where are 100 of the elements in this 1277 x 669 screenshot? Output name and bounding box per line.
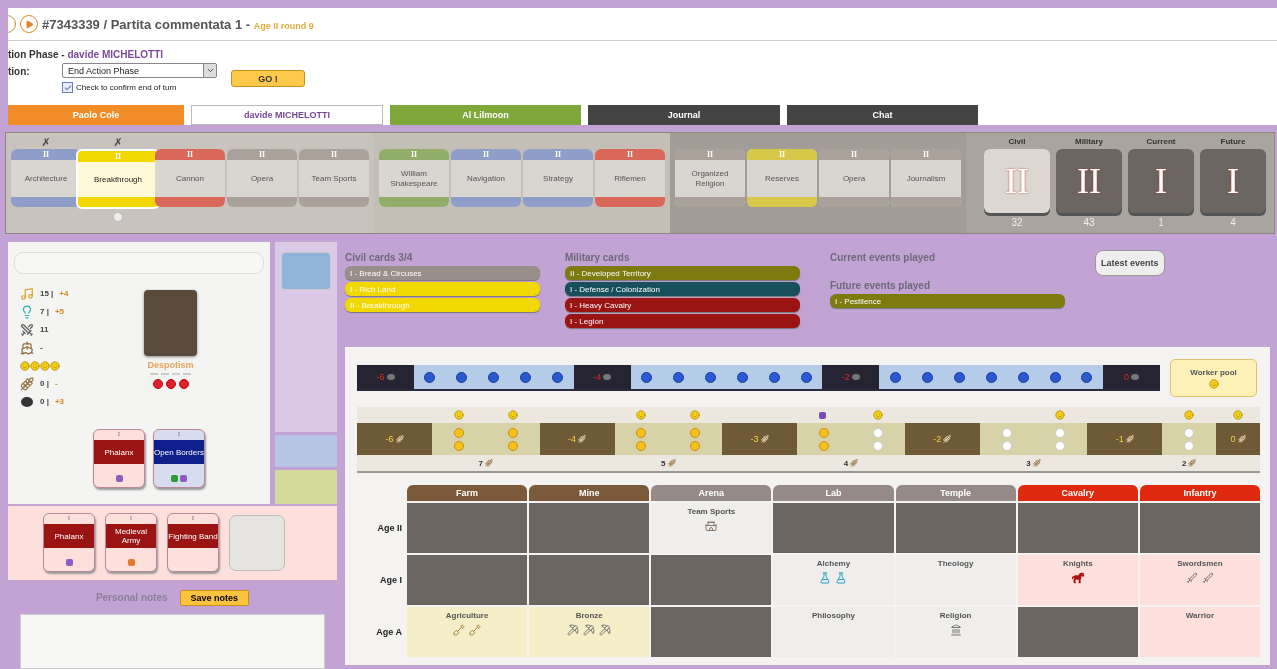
card-pill[interactable]: I - Legion [565, 314, 800, 328]
column-header: Temple [895, 485, 1016, 501]
pickaxe-icon [567, 624, 580, 636]
deck-card[interactable]: I [1128, 149, 1194, 213]
civil-card[interactable]: II Riflemen [595, 149, 665, 207]
flask-icon [819, 572, 832, 584]
column-header: Cavalry [1017, 485, 1138, 501]
tech-cell[interactable]: Religion [895, 607, 1016, 657]
music-note-icon [20, 286, 34, 301]
photo-placeholder [281, 252, 331, 290]
column-header: Infantry [1139, 485, 1260, 501]
rock-icon [603, 374, 612, 380]
stat-value: - [40, 343, 43, 352]
lightbulb-icon [20, 304, 34, 319]
chevron-down-icon [205, 66, 215, 75]
horse-icon [1071, 572, 1084, 584]
track-value: -6 [357, 423, 432, 455]
row-label: Age I [379, 574, 403, 587]
confirm-label: Check to confirm end of turn [76, 83, 177, 92]
civil-card[interactable]: II Organized Religion [675, 149, 745, 207]
tech-cell[interactable]: Philosophy [773, 607, 894, 657]
worker-pool: Worker pool [1170, 359, 1257, 397]
rock-icon [1131, 374, 1139, 380]
track-value: -4 [539, 423, 615, 455]
input-field[interactable] [14, 252, 264, 274]
go-button[interactable]: GO ! [231, 70, 305, 87]
empty-card-slot [229, 514, 285, 571]
tech-cell[interactable]: Warrior [1139, 607, 1260, 657]
action-select[interactable]: End Action Phase [62, 63, 217, 78]
action-token [113, 212, 123, 222]
player-tab[interactable]: Chat [787, 105, 978, 125]
tech-cell[interactable]: Team Sports [651, 503, 772, 553]
tech-cell[interactable]: Theology [895, 555, 1016, 605]
crossed-swords-icon [20, 322, 34, 337]
ship-icon [20, 340, 34, 355]
deck-count: 32 [1011, 217, 1023, 228]
smiley-icon [30, 360, 40, 371]
track-value: -2 [904, 423, 980, 455]
card-pill[interactable]: II - Developed Territory [565, 266, 800, 280]
smiley-icon [40, 360, 50, 371]
government-label: Despotism [147, 360, 194, 370]
flask-icon [835, 572, 848, 584]
notes-field[interactable] [20, 613, 325, 669]
tech-cell[interactable]: Bronze [529, 607, 650, 657]
track-value: 0 [1216, 423, 1261, 455]
tech-cell[interactable]: Knights [1017, 555, 1138, 605]
stat-bonus: +5 [54, 307, 65, 316]
stat-value: 15 | [40, 289, 54, 298]
civil-card[interactable]: II Breakthrough [76, 149, 160, 209]
temple-icon [949, 624, 962, 636]
rock-icon [851, 374, 860, 380]
track-label: 2 [1181, 458, 1187, 468]
tech-cell[interactable]: Swordsmen [1139, 555, 1260, 605]
shovel-icon [469, 624, 482, 636]
player-tab[interactable]: Journal [588, 105, 780, 125]
civil-card[interactable]: II Team Sports [299, 149, 369, 207]
track-value: -3 [722, 423, 798, 455]
stat-bonus: - [54, 379, 58, 388]
wonder-slot [275, 435, 337, 467]
deck-count: 43 [1083, 217, 1095, 228]
stat-value: 0 | [40, 397, 49, 406]
player-tab[interactable]: davide MICHELOTTI [191, 105, 383, 125]
player-name: davide MICHELOTTI [67, 48, 163, 60]
play-button[interactable] [20, 15, 38, 33]
civil-card[interactable]: II Navigation [451, 149, 521, 207]
card-pill[interactable]: I - Heavy Cavalry [565, 298, 800, 312]
civil-card[interactable]: II Journalism [891, 149, 961, 207]
column-header: Farm [407, 485, 528, 501]
stat-bonus: +3 [54, 397, 65, 406]
rock-icon [20, 395, 34, 408]
action-label: tion: [8, 65, 31, 79]
confirm-checkbox[interactable] [62, 82, 73, 93]
phase-label: tion Phase - [8, 48, 66, 60]
section-title: Military cards [565, 252, 631, 263]
game-title: #7343339 / Partita commentata 1 - [42, 16, 252, 32]
tech-cell[interactable]: Alchemy [773, 555, 894, 605]
smiley-icon [20, 360, 30, 371]
card-pill[interactable]: I - Bread & Circuses [345, 266, 540, 280]
cross-mark: ✗ [41, 135, 51, 149]
civil-card[interactable]: II Opera [227, 149, 297, 207]
smiley-icon [50, 360, 60, 371]
stat-bonus: +4 [59, 289, 69, 298]
latest-events-button[interactable]: Latest events [1095, 250, 1165, 276]
deck-card[interactable]: I [1200, 149, 1266, 213]
civil-card[interactable]: II Strategy [523, 149, 593, 207]
deck-count: 1 [1158, 217, 1164, 228]
portrait-placeholder [144, 290, 197, 356]
save-notes-button[interactable]: Save notes [179, 589, 250, 606]
civil-card[interactable]: II Cannon [155, 149, 225, 207]
tech-cell[interactable]: Agriculture [407, 607, 528, 657]
stat-value: 7 | [40, 307, 49, 316]
pickaxe-icon [599, 624, 612, 636]
track-value: -4 [573, 365, 631, 389]
deck-card[interactable]: II [1056, 149, 1122, 213]
civil-card[interactable]: II William Shakespeare [379, 149, 449, 207]
civil-card[interactable]: II Reserves [747, 149, 817, 207]
card-pill[interactable]: I - Defense / Colonization [565, 282, 800, 296]
card-pill[interactable]: I - Pestilence [830, 294, 1065, 308]
row-label: Age A [375, 626, 403, 639]
civil-card[interactable]: II Opera [819, 149, 889, 207]
